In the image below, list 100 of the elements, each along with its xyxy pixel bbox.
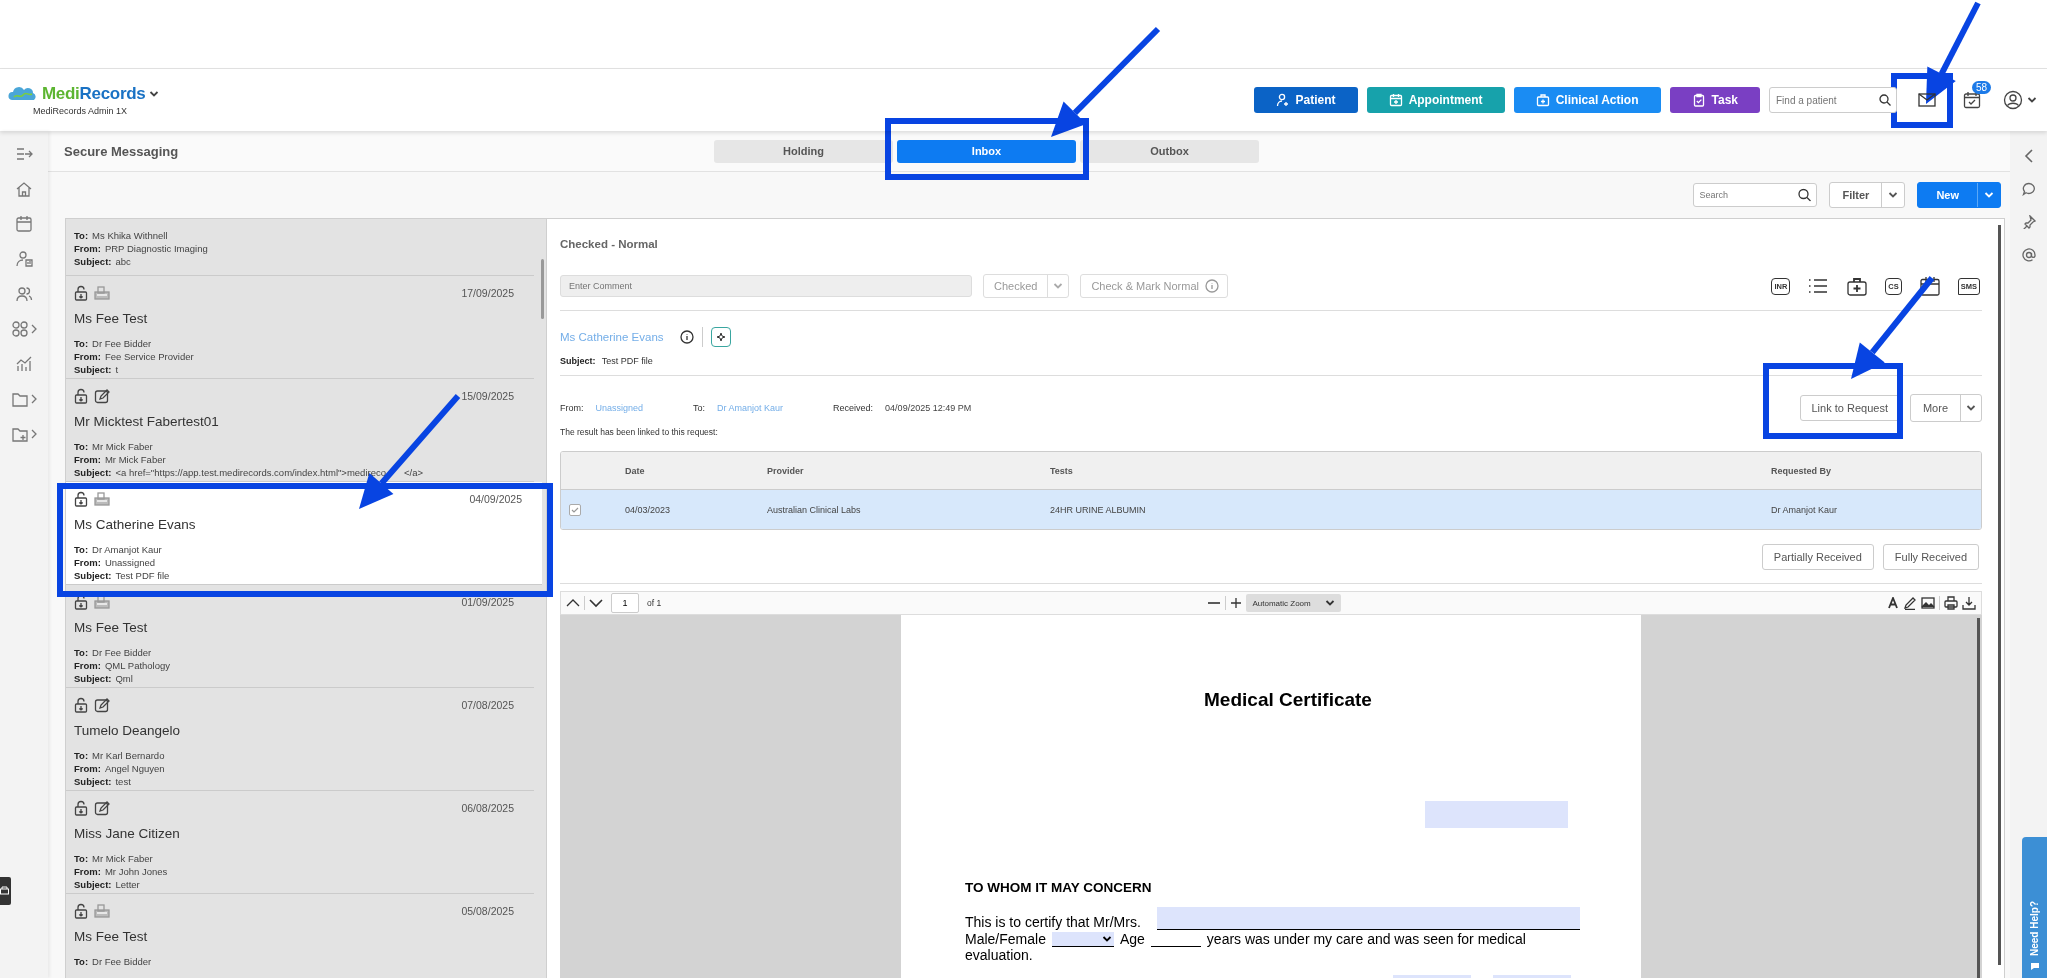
gender-select[interactable] [1051,932,1114,947]
form-field[interactable] [1425,801,1568,828]
header-action-button[interactable]: Task [1669,87,1760,113]
dock-tab[interactable] [0,877,11,905]
padlock-icon [74,594,88,610]
patient-search-field[interactable]: Find a patient [1769,87,1897,113]
message-field: From: Angel Nguyen [74,762,514,775]
folder-plus-icon [11,425,29,443]
message-date: 17/09/2025 [461,287,514,299]
printer-icon [94,492,110,506]
chevron-right-icon [31,429,37,439]
form-field[interactable] [1156,907,1580,930]
receive-button[interactable]: Fully Received [1882,544,1979,570]
column-header: Date [625,465,646,476]
row-checkbox[interactable] [569,503,581,516]
search-icon [1879,94,1891,106]
message-item[interactable]: 01/09/2025 Ms Fee Test To: Dr Fee Bidder From: QML Pathology Subject: Qml [66,585,534,688]
comment-field[interactable]: Enter Comment [560,275,972,297]
message-date: 05/08/2025 [461,905,514,917]
document-heading: TO WHOM IT MAY CONCERN [965,880,1153,895]
message-item[interactable]: 07/08/2025 Tumelo Deangelo To: Mr Karl Bernardo From: Angel Nguyen Subject: test [66,688,534,791]
message-name: Miss Jane Citizen [74,826,181,841]
scrollbar[interactable] [541,259,544,319]
chevron-down-icon [1888,191,1899,199]
list-icon [1807,276,1830,296]
at-sign-icon [2021,248,2036,262]
highlight-frame [1891,73,1953,128]
chat-icon [2029,961,2040,971]
message-field: From: QML Pathology [74,659,514,672]
chevron-up-icon [566,598,580,608]
message-item[interactable]: 17/09/2025 Ms Fee Test To: Dr Fee Bidder From: Fee Service Provider Subject: t [66,276,534,379]
message-item[interactable]: 05/08/2025 Ms Fee Test To: Dr Fee Bidder [66,894,534,978]
image-icon [1921,596,1935,610]
chevron-down-icon [2027,96,2037,104]
receive-button[interactable]: Partially Received [1761,544,1874,570]
table-cell-text: 04/03/2023 [625,504,672,515]
chevron-down-icon [1053,282,1064,290]
meta-value: Dr Amanjot Kaur [717,403,784,413]
info-icon [1205,279,1219,293]
message-field: Subject: Qml [74,672,514,685]
zoom-select[interactable]: Automatic Zoom [1246,594,1341,612]
padlock-icon [74,285,88,301]
document-text: Male/Female [965,931,1046,947]
medical-kit-icon [1535,93,1550,107]
page-number-field[interactable]: 1 [611,593,639,613]
message-field: To: Mr Karl Bernardo [74,749,514,762]
message-field: To: Dr Fee Bidder [74,955,514,968]
clipboard-icon [1691,93,1706,107]
page-title: Secure Messaging [64,143,180,159]
message-item[interactable]: 06/08/2025 Miss Jane Citizen To: Mr Mick Faber From: Mr John Jones Subject: Letter [66,791,534,894]
header-action-button[interactable]: Patient [1253,87,1358,113]
message-item[interactable]: 04/09/2025 Ms Catherine Evans To: Dr Amanjot Kaur From: Unassigned Subject: Test PDF file [66,482,542,585]
message-item[interactable]: To: Ms Khika Withnell From: PRP Diagnostic Imaging Subject: abc [66,219,534,276]
message-field: To: Dr Fee Bidder [74,337,514,350]
table-cell-text: 24HR URINE ALBUMIN [1050,504,1147,515]
chevron-right-icon [31,394,37,404]
sparkle-icon [714,331,727,343]
message-name: Ms Fee Test [74,929,149,944]
column-header: Requested By [1771,465,1833,476]
notification-badge: 58 [1971,81,1991,94]
document-title: Medical Certificate [1203,689,1373,711]
home-icon [15,180,33,198]
message-date: 15/09/2025 [461,390,514,402]
brand-logo[interactable]: MediRecords [42,84,146,104]
page-count: of 1 [647,598,662,608]
table-row[interactable]: 04/03/2023 Australian Clinical Labs 24HR URINE ALBUMIN Dr Amanjot Kaur [561,490,1981,529]
document-text: Age [1119,931,1145,947]
tab[interactable]: Holding [714,139,893,163]
message-field: From: Fee Service Provider [74,350,514,363]
chevron-down-icon [1966,404,1976,412]
tab[interactable]: Outbox [1080,139,1259,163]
message-date: 07/08/2025 [461,699,514,711]
meta-label: Received: [833,403,874,413]
message-name: Ms Fee Test [74,311,149,326]
zoom-in-icon [1230,597,1243,609]
scrollbar[interactable] [1977,618,1980,978]
scrollbar[interactable] [1998,225,2001,965]
edit-icon [94,388,110,404]
padlock-icon [74,491,88,507]
tab[interactable]: Inbox [897,139,1076,163]
message-field: Subject: t [74,363,514,376]
table-cell-text: Australian Clinical Labs [767,504,862,515]
people-icon [15,285,33,303]
document-text: years was under my care and was seen for medical [1206,931,1526,947]
message-field: To: Mr Mick Faber [74,440,514,453]
chevron-down-icon [589,598,603,608]
calendar-icon [1918,276,1941,296]
sparkle-button[interactable] [710,327,731,347]
chevron-down-icon [1101,935,1112,943]
message-field: Subject: test [74,775,514,788]
message-field: Subject: abc [74,255,514,268]
message-name: Ms Catherine Evans [74,517,197,532]
meta-label: To: [693,403,706,413]
search-field[interactable]: Search [1693,183,1818,207]
meta-value: 04/09/2025 12:49 PM [885,403,972,413]
calendar-icon [1388,93,1403,107]
link-to-request-button[interactable]: Link to Request [1799,395,1900,421]
medical-kit-icon [1846,276,1869,296]
patient-chart-icon [15,250,33,268]
chevron-down-icon [1984,191,1994,199]
